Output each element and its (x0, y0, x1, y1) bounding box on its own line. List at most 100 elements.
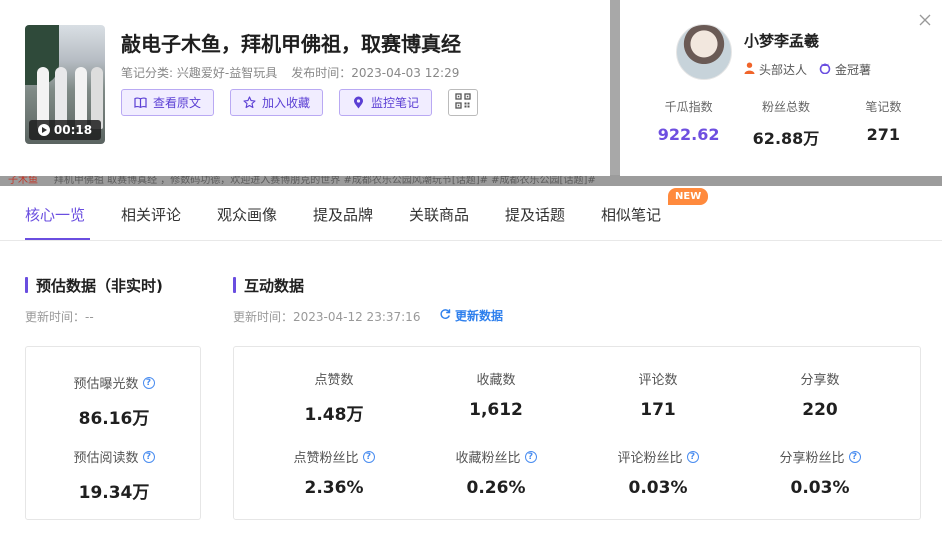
favorites-metric: 收藏数 1,612 (416, 369, 576, 420)
metric-value: 220 (802, 400, 838, 420)
metric-label: 预估阅读数 ? (73, 447, 155, 466)
location-pin-icon (352, 96, 365, 109)
comments-metric: 评论数 171 (578, 369, 738, 420)
stat-value: 62.88万 (752, 129, 820, 148)
estimated-exposure-label: 预估曝光数 (73, 377, 139, 392)
crown-badge-icon (819, 62, 831, 77)
video-duration-badge: 00:18 (29, 120, 101, 140)
note-card: 00:18 敲电子木鱼，拜机甲佛祖，取赛博真经 笔记分类: 兴趣爱好-益智玩具发… (0, 0, 610, 176)
qrcode-button[interactable] (448, 89, 479, 116)
tab-topics[interactable]: 提及话题 (505, 204, 565, 225)
help-icon[interactable]: ? (524, 450, 537, 463)
estimated-exposure-value: 86.16万 (78, 409, 150, 429)
help-icon[interactable]: ? (142, 376, 155, 389)
notes-count-stat: 笔记数 271 (835, 98, 932, 149)
estimate-panel: 预估曝光数 ? 86.16万 预估阅读数 ? 19.34万 (25, 346, 201, 520)
estimated-exposure: 预估曝光数 ? 86.16万 (26, 373, 202, 429)
metric-label: 评论数 (638, 373, 678, 388)
author-badge-label: 金冠薯 (835, 63, 872, 77)
book-icon (134, 96, 147, 109)
monitor-note-label: 监控笔记 (371, 96, 420, 110)
author-badge-tag: 金冠薯 (819, 61, 871, 78)
note-meta: 笔记分类: 兴趣爱好-益智玩具 发布时间：2023-04-03 12:29 (121, 64, 459, 81)
comments-fan-ratio: 评论粉丝比 ? 0.03% (578, 447, 738, 498)
author-level-tag: 头部达人 (744, 61, 807, 78)
refresh-icon (439, 308, 451, 323)
metric-value: 171 (640, 400, 676, 420)
refresh-data-label: 更新数据 (455, 309, 504, 323)
qiangua-index-stat: 千瓜指数 922.62 (640, 98, 737, 149)
author-name[interactable]: 小梦李孟羲 (744, 30, 819, 51)
metric-label: 收藏数 (476, 373, 516, 388)
author-tags: 头部达人 金冠薯 (744, 61, 871, 78)
metric-value: 2.36% (304, 478, 364, 498)
estimated-reads: 预估阅读数 ? 19.34万 (26, 447, 202, 503)
metric-value: 0.03% (628, 478, 688, 498)
interaction-panel: 点赞数 1.48万 收藏数 1,612 评论数 171 分享数 220 点赞粉丝… (233, 346, 921, 520)
help-icon[interactable]: ? (142, 450, 155, 463)
metric-label: 评论粉丝比 ? (617, 447, 699, 466)
metric-label: 预估曝光数 ? (73, 373, 155, 392)
likes-fan-ratio: 点赞粉丝比 ? 2.36% (254, 447, 414, 498)
metric-label: 分享数 (800, 373, 840, 388)
note-title: 敲电子木鱼，拜机甲佛祖，取赛博真经 (121, 32, 461, 56)
tab-similar-notes[interactable]: 相似笔记 (601, 204, 661, 225)
tab-overview[interactable]: 核心一览 (25, 204, 85, 225)
add-favorite-label: 加入收藏 (262, 96, 311, 110)
stat-label: 笔记数 (865, 100, 902, 114)
metric-label: 点赞数 (314, 373, 354, 388)
refresh-data-button[interactable]: 更新数据 (439, 307, 503, 324)
note-cover-image[interactable]: 00:18 (25, 25, 105, 144)
shares-fan-ratio: 分享粉丝比 ? 0.03% (740, 447, 900, 498)
help-icon[interactable]: ? (686, 450, 699, 463)
add-favorite-button[interactable]: 加入收藏 (230, 89, 324, 116)
view-original-label: 查看原文 (153, 96, 202, 110)
stat-value: 271 (866, 125, 901, 144)
shares-metric: 分享数 220 (740, 369, 900, 420)
view-original-button[interactable]: 查看原文 (121, 89, 215, 116)
help-icon[interactable]: ? (362, 450, 375, 463)
favorites-fan-ratio: 收藏粉丝比 ? 0.26% (416, 447, 576, 498)
shares-fan-ratio-label: 分享粉丝比 (779, 451, 845, 466)
new-badge: NEW (668, 188, 709, 205)
interaction-section-title: 互动数据 (233, 275, 304, 296)
video-duration: 00:18 (53, 123, 93, 137)
metric-label: 点赞粉丝比 ? (293, 447, 375, 466)
ticker-text: 拜机甲佛祖 取赛博真经 ，修数码功德，欢迎进入赛博朋克的世界 #成都农乐公园风潮… (53, 175, 596, 186)
help-icon[interactable]: ? (848, 450, 861, 463)
metric-value: 0.03% (790, 478, 850, 498)
favorites-fan-ratio-label: 收藏粉丝比 (455, 451, 521, 466)
stat-label: 粉丝总数 (761, 100, 810, 114)
metric-value: 1.48万 (304, 405, 364, 425)
star-icon (243, 96, 256, 109)
tab-products[interactable]: 关联商品 (409, 204, 469, 225)
person-icon (744, 62, 755, 77)
estimate-updated-time: 更新时间：-- (25, 310, 94, 324)
background-ticker: 子木鱼 拜机甲佛祖 取赛博真经 ，修数码功德，欢迎进入赛博朋克的世界 #成都农乐… (0, 175, 942, 186)
note-publish-time: 发布时间：2023-04-03 12:29 (291, 66, 460, 80)
play-icon (37, 124, 50, 136)
likes-metric: 点赞数 1.48万 (254, 369, 414, 425)
note-category: 笔记分类: 兴趣爱好-益智玩具 (121, 66, 278, 80)
likes-fan-ratio-label: 点赞粉丝比 (293, 451, 359, 466)
author-avatar[interactable] (676, 24, 732, 80)
metric-value: 1,612 (469, 400, 523, 420)
estimated-reads-label: 预估阅读数 (73, 451, 139, 466)
metric-value: 0.26% (466, 478, 526, 498)
estimate-section-title: 预估数据（非实时) (25, 275, 163, 296)
tab-audience[interactable]: 观众画像 (217, 204, 277, 225)
tab-comments[interactable]: 相关评论 (121, 204, 181, 225)
author-stats: 千瓜指数 922.62 粉丝总数 62.88万 笔记数 271 (640, 98, 932, 149)
estimated-reads-value: 19.34万 (78, 483, 150, 503)
close-icon[interactable] (918, 12, 932, 26)
active-tab-indicator (25, 238, 90, 240)
stat-value: 922.62 (657, 125, 720, 144)
tab-brands[interactable]: 提及品牌 (313, 204, 373, 225)
metric-label: 收藏粉丝比 ? (455, 447, 537, 466)
interaction-updated-time: 更新时间：2023-04-12 23:37:16 (233, 310, 421, 324)
author-level-label: 头部达人 (759, 63, 808, 77)
monitor-note-button[interactable]: 监控笔记 (339, 89, 433, 116)
metric-label: 分享粉丝比 ? (779, 447, 861, 466)
note-actions: 查看原文 加入收藏 监控笔记 (121, 89, 479, 116)
author-card: 小梦李孟羲 头部达人 金冠薯 千瓜指数 922.62 粉丝总数 62.88万 笔… (620, 0, 942, 176)
